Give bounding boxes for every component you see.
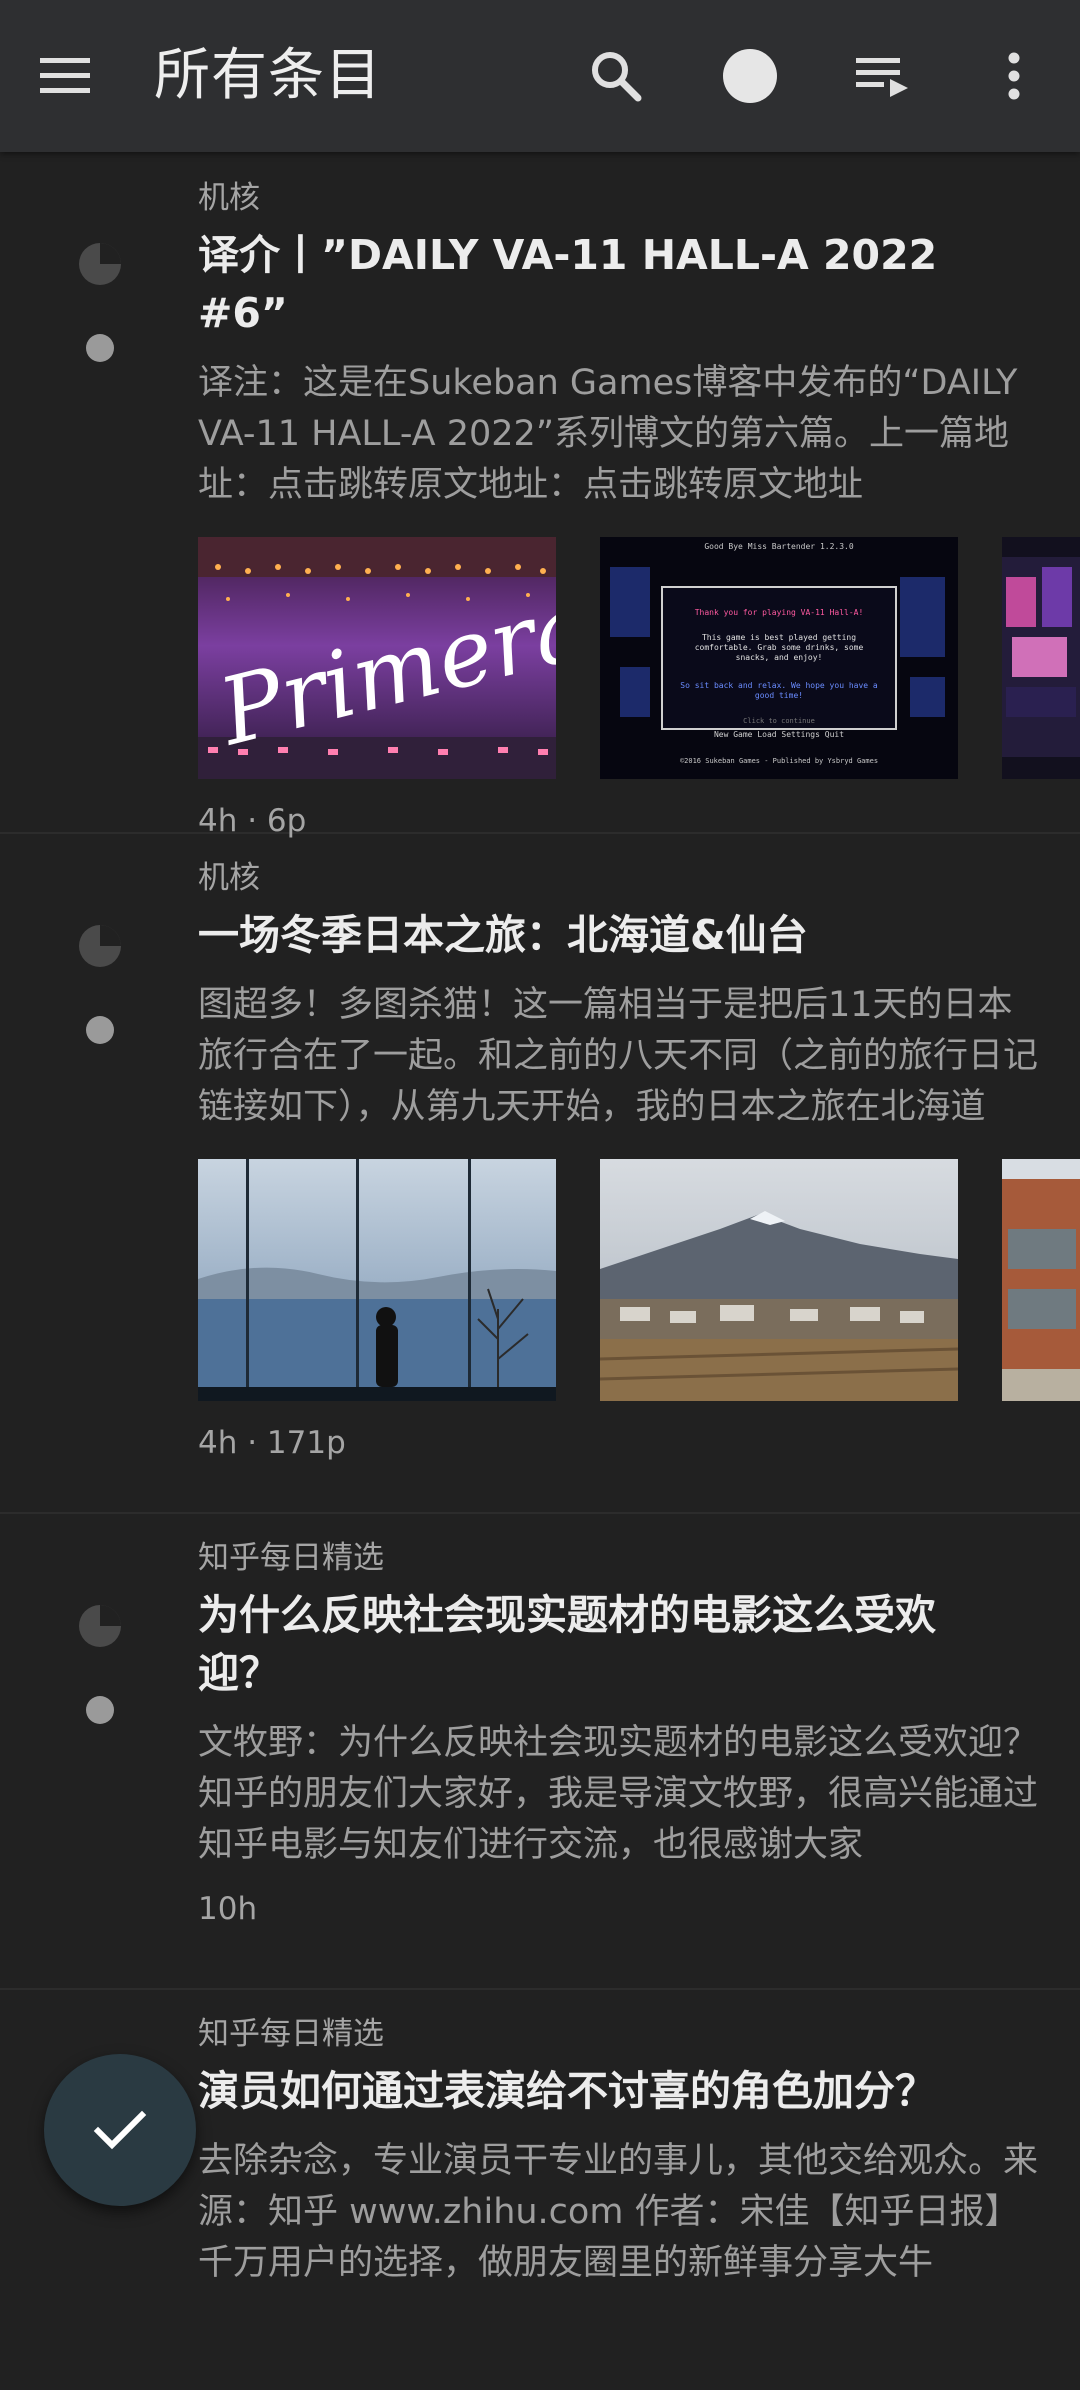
check-icon bbox=[93, 2110, 147, 2150]
search-icon bbox=[592, 52, 642, 102]
article-summary: 图超多！多图杀猫！这一篇相当于是把后11天的日本旅行合在了一起。和之前的八天不同… bbox=[198, 985, 1039, 1127]
article-summary: 文牧野：为什么反映社会现实题材的电影这么受欢迎？知乎的朋友们大家好，我是导演文牧… bbox=[198, 1723, 1039, 1865]
article-meta: 4h · 171p bbox=[198, 1425, 346, 1461]
article-item[interactable]: 机核 一场冬季日本之旅：北海道&仙台 图超多！多图杀猫！这一篇相当于是把后11天… bbox=[0, 834, 1080, 1514]
more-vert-icon bbox=[1008, 52, 1020, 100]
article-summary: 去除杂念，专业演员干专业的事儿，其他交给观众。来源：知乎 www.zhihu.c… bbox=[198, 2141, 1039, 2283]
thumbnail-image[interactable]: Primera bbox=[198, 537, 556, 779]
half-moon-icon[interactable] bbox=[76, 240, 124, 288]
more-options-button[interactable] bbox=[978, 40, 1050, 112]
image-strip[interactable]: Primera Good Bye Miss Bartender 1.2.3.0 … bbox=[198, 537, 1080, 779]
svg-text:Thank you for playing VA-11 Ha: Thank you for playing VA-11 Hall-A! bbox=[695, 608, 864, 617]
svg-text:New Game Load Settings Q: New Game Load Settings Quit bbox=[714, 730, 844, 739]
article-title[interactable]: 演员如何通过表演给不讨喜的角色加分？ bbox=[198, 2062, 1080, 2120]
thumbnail-image[interactable] bbox=[198, 1159, 556, 1401]
unread-dot-icon[interactable] bbox=[86, 1696, 114, 1724]
unread-dot-icon[interactable] bbox=[86, 334, 114, 362]
article-item[interactable]: 机核 译介丨”DAILY VA-11 HALL-A 2022 #6” 译注：这是… bbox=[0, 152, 1080, 839]
svg-text:Click to continue: Click to continue bbox=[743, 717, 815, 725]
unread-dot-icon[interactable] bbox=[86, 1016, 114, 1044]
half-moon-icon[interactable] bbox=[76, 922, 124, 970]
circle-filter-icon bbox=[723, 49, 777, 103]
thumbnail-image[interactable] bbox=[1002, 537, 1080, 779]
menu-icon bbox=[40, 58, 90, 93]
playlist-play-icon bbox=[856, 58, 908, 97]
thumbnail-image[interactable] bbox=[1002, 1159, 1080, 1401]
feed-name: 知乎每日精选 bbox=[198, 1540, 384, 1576]
svg-text:©2016 Sukeban Games - Publishe: ©2016 Sukeban Games - Published by Ysbry… bbox=[680, 757, 878, 765]
article-title[interactable]: 一场冬季日本之旅：北海道&仙台 bbox=[198, 906, 1080, 964]
top-app-bar: 所有条目 bbox=[0, 0, 1080, 152]
search-button[interactable] bbox=[580, 40, 652, 112]
article-title[interactable]: 为什么反映社会现实题材的电影这么受欢迎？ bbox=[198, 1586, 1080, 1702]
read-filter-button[interactable] bbox=[714, 40, 786, 112]
feed-name: 机核 bbox=[198, 860, 260, 896]
article-item[interactable]: 知乎每日精选 为什么反映社会现实题材的电影这么受欢迎？ 文牧野：为什么反映社会现… bbox=[0, 1514, 1080, 1990]
image-strip[interactable] bbox=[198, 1159, 1080, 1401]
svg-text:Good Bye Miss Bartender 1.2.3.: Good Bye Miss Bartender 1.2.3.0 bbox=[704, 542, 853, 551]
thumbnail-image[interactable]: Good Bye Miss Bartender 1.2.3.0 Thank yo… bbox=[600, 537, 958, 779]
mark-all-read-button[interactable] bbox=[44, 2054, 196, 2206]
article-summary: 译注：这是在Sukeban Games博客中发布的“DAILY VA-11 HA… bbox=[198, 363, 1018, 505]
half-moon-icon[interactable] bbox=[76, 1602, 124, 1650]
feed-name: 机核 bbox=[198, 180, 260, 216]
article-meta: 10h bbox=[198, 1891, 258, 1927]
article-title[interactable]: 译介丨”DAILY VA-11 HALL-A 2022 #6” bbox=[198, 226, 1080, 342]
page-title: 所有条目 bbox=[154, 43, 382, 108]
feed-name: 知乎每日精选 bbox=[198, 2016, 384, 2052]
article-list: 机核 译介丨”DAILY VA-11 HALL-A 2022 #6” 译注：这是… bbox=[0, 152, 1080, 2390]
playlist-button[interactable] bbox=[846, 40, 918, 112]
menu-button[interactable] bbox=[36, 46, 96, 106]
thumbnail-image[interactable] bbox=[600, 1159, 958, 1401]
